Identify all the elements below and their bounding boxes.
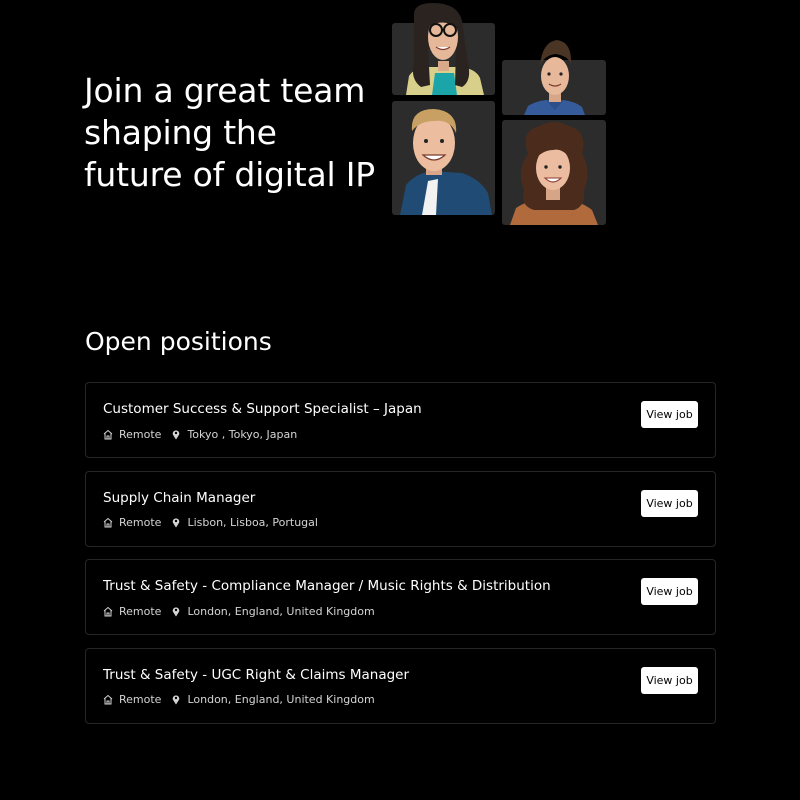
job-workplace: Remote: [119, 693, 162, 706]
job-meta: Remote London, England, United Kingdom: [103, 692, 375, 708]
job-location: London, England, United Kingdom: [187, 604, 375, 618]
job-list: Customer Success & Support Specialist – …: [85, 382, 716, 736]
job-meta: Remote Lisbon, Lisboa, Portugal: [103, 515, 318, 531]
job-location: Lisbon, Lisboa, Portugal: [187, 516, 318, 529]
job-workplace: Remote: [119, 516, 162, 529]
home-icon: [103, 694, 113, 705]
view-job-button[interactable]: View job: [641, 666, 698, 694]
view-job-button[interactable]: View job: [641, 578, 698, 605]
job-workplace: Remote: [119, 427, 162, 441]
map-pin-icon: [171, 606, 181, 617]
home-icon: [103, 429, 113, 440]
team-photo-1: [392, 3, 495, 95]
job-title[interactable]: Supply Chain Manager: [103, 489, 255, 507]
job-workplace: Remote: [119, 604, 162, 618]
job-card: Trust & Safety - UGC Right & Claims Mana…: [85, 647, 716, 724]
job-title[interactable]: Trust & Safety - Compliance Manager / Mu…: [103, 577, 551, 595]
open-positions-heading: Open positions: [85, 327, 272, 356]
job-card: Customer Success & Support Specialist – …: [85, 382, 716, 458]
home-icon: [103, 606, 113, 617]
view-job-button[interactable]: View job: [641, 401, 698, 428]
team-photo-2: [502, 40, 606, 115]
job-title[interactable]: Customer Success & Support Specialist – …: [103, 400, 422, 418]
avatar-man-smiling-icon: [400, 109, 492, 215]
team-photo-4: [502, 120, 606, 225]
job-meta: Remote Tokyo , Tokyo, Japan: [103, 426, 297, 442]
job-location: London, England, United Kingdom: [187, 693, 375, 706]
hero-title: Join a great team shaping the future of …: [84, 71, 376, 194]
avatar-woman-glasses-icon: [406, 3, 484, 95]
job-card: Trust & Safety - Compliance Manager / Mu…: [85, 559, 716, 635]
avatar-woman-curly-hair-icon: [510, 122, 598, 225]
team-photo-3: [392, 101, 495, 215]
job-title[interactable]: Trust & Safety - UGC Right & Claims Mana…: [103, 666, 409, 684]
map-pin-icon: [171, 429, 181, 440]
home-icon: [103, 517, 113, 528]
job-card: Supply Chain Manager Remote Lisbon, Lisb…: [85, 470, 716, 547]
map-pin-icon: [171, 694, 181, 705]
job-meta: Remote London, England, United Kingdom: [103, 603, 375, 619]
map-pin-icon: [171, 517, 181, 528]
avatar-man-blue-shirt-icon: [524, 40, 585, 115]
view-job-button[interactable]: View job: [641, 489, 698, 517]
job-location: Tokyo , Tokyo, Japan: [187, 427, 298, 441]
